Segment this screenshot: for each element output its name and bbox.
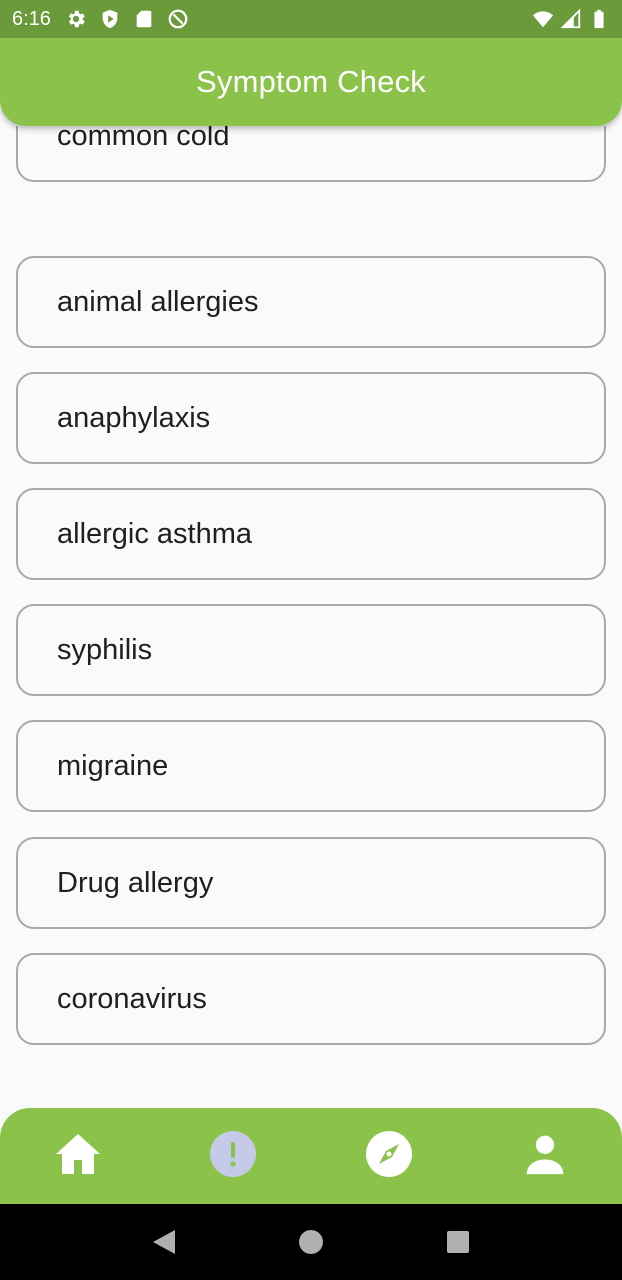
back-icon [152, 1230, 175, 1254]
condition-list[interactable]: common cold animal allergies anaphylaxis… [0, 126, 622, 1106]
system-back-button[interactable] [149, 1227, 179, 1257]
system-nav-bar [0, 1204, 622, 1280]
status-icons-right [532, 8, 610, 30]
status-icons-left [65, 8, 189, 30]
list-item-label: Drug allergy [57, 866, 214, 899]
status-time: 6:16 [12, 7, 51, 30]
alert-icon [210, 1131, 256, 1177]
home-circle-icon [298, 1230, 323, 1254]
list-item-label: syphilis [57, 633, 153, 666]
bottom-nav [0, 1108, 622, 1204]
list-item-anaphylaxis[interactable]: anaphylaxis [16, 372, 606, 464]
nav-profile-button[interactable] [520, 1129, 570, 1179]
app-title: Symptom Check [196, 64, 426, 99]
list-item-drug-allergy[interactable]: Drug allergy [16, 837, 606, 929]
list-item-label: anaphylaxis [57, 401, 211, 434]
sd-card-icon [136, 10, 152, 28]
list-item-label: animal allergies [57, 285, 259, 318]
nav-explore-button[interactable] [364, 1129, 414, 1179]
system-home-button[interactable] [296, 1227, 326, 1257]
list-item-label: migraine [57, 749, 169, 782]
shield-icon [102, 9, 118, 29]
nav-home-button[interactable] [53, 1129, 103, 1179]
system-recents-button[interactable] [443, 1227, 473, 1257]
app-bar: Symptom Check [0, 38, 622, 126]
at-icon [168, 9, 188, 29]
battery-icon [594, 9, 604, 29]
nav-alert-button[interactable] [208, 1129, 258, 1179]
status-bar: 6:16 [0, 0, 622, 38]
list-item-syphilis[interactable]: syphilis [16, 604, 606, 696]
recents-icon [447, 1231, 470, 1253]
list-item-common-cold[interactable]: common cold [16, 126, 606, 182]
compass-icon [366, 1131, 412, 1177]
list-item-coronavirus[interactable]: coronavirus [16, 953, 606, 1045]
wifi-icon [532, 11, 554, 28]
signal-icon [560, 8, 581, 29]
person-icon [526, 1135, 564, 1175]
list-item-label: coronavirus [57, 982, 207, 1015]
list-item-label: allergic asthma [57, 517, 253, 550]
home-icon [56, 1134, 100, 1174]
screen: 6:16 Symptom Check common cold animal al… [0, 0, 622, 1280]
list-item-label: common cold [57, 126, 230, 152]
list-item-allergic-asthma[interactable]: allergic asthma [16, 488, 606, 580]
gear-icon [68, 10, 85, 28]
list-item-animal-allergies[interactable]: animal allergies [16, 256, 606, 348]
list-item-migraine[interactable]: migraine [16, 720, 606, 812]
